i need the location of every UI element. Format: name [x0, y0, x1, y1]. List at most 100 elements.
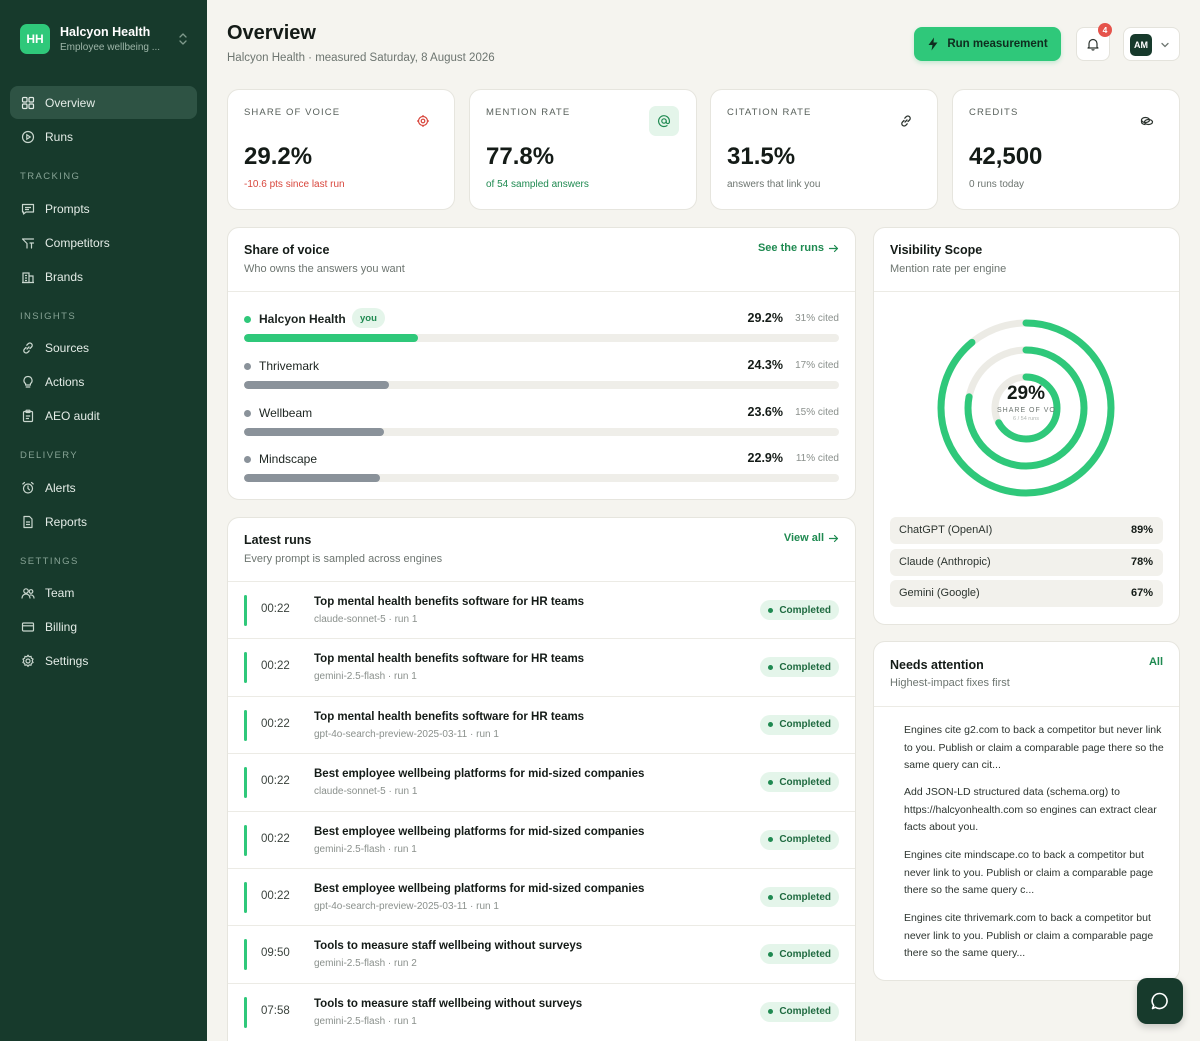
engine-value: 67% — [1130, 587, 1153, 599]
attention-item[interactable]: Add JSON-LD structured data (schema.org)… — [904, 784, 1166, 837]
card-subtitle: Mention rate per engine — [890, 263, 1007, 275]
account-menu-button[interactable]: AM — [1123, 27, 1180, 61]
sidebar-item-label: AEO audit — [45, 408, 100, 423]
status-badge: Completed — [760, 829, 839, 850]
run-meta: gpt-4o-search-preview-2025-03-11 · run 1 — [314, 901, 499, 912]
kpi-value: 42,500 — [969, 143, 1043, 170]
sov-competitor-name: Thrivemark — [259, 359, 320, 373]
run-time: 00:22 — [261, 603, 290, 615]
run-row[interactable]: 00:22 Best employee wellbeing platforms f… — [228, 868, 855, 925]
series-dot — [244, 456, 251, 463]
org-logo: HH — [20, 24, 50, 54]
sidebar-item-runs[interactable]: Runs — [10, 120, 197, 153]
attention-item[interactable]: Engines cite thrivemark.com to back a co… — [904, 910, 1166, 963]
sidebar-item-billing[interactable]: Billing — [10, 610, 197, 643]
card-title: Share of voice — [244, 243, 330, 257]
engine-row: Claude (Anthropic) 78% — [890, 548, 1163, 576]
sidebar-item-aeo-audit[interactable]: AEO audit — [10, 399, 197, 432]
sidebar-item-label: Brands — [45, 269, 84, 284]
share-of-voice-card: Share of voice Who owns the answers you … — [227, 227, 856, 500]
sov-bar-track — [244, 381, 839, 389]
sov-percent: 23.6% — [747, 405, 783, 419]
sov-cited: 17% cited — [795, 360, 839, 371]
status-badge: Completed — [760, 1001, 839, 1022]
sidebar-item-label: Prompts — [45, 201, 90, 216]
building-icon — [22, 271, 34, 283]
run-prompt: Top mental health benefits software for … — [314, 653, 585, 666]
attention-item[interactable]: Engines cite mindscape.co to back a comp… — [904, 847, 1166, 900]
message-square-icon — [21, 203, 35, 215]
status-badge: Completed — [760, 887, 839, 907]
run-row[interactable]: 00:22 Top mental health benefits software… — [228, 695, 855, 753]
status-badge: Completed — [760, 944, 839, 965]
rings-center-label: SHARE OF VOICE — [997, 407, 1055, 414]
card-subtitle: Highest-impact fixes first — [890, 677, 1010, 689]
attention-item[interactable]: Engines cite g2.com to back a competitor… — [904, 722, 1166, 775]
run-row[interactable]: 00:22 Top mental health benefits software… — [228, 638, 855, 695]
see-the-runs-link[interactable]: See the runs — [758, 242, 839, 254]
view-all-runs-link[interactable]: View all — [784, 532, 839, 544]
run-row[interactable]: 00:22 Best employee wellbeing platforms f… — [228, 810, 855, 868]
kpi-note: -10.6 pts since last run — [244, 179, 345, 190]
org-switcher[interactable]: HH Halcyon Health Employee wellbeing ... — [20, 23, 190, 55]
sidebar-item-label: Alerts — [45, 480, 76, 495]
sidebar-item-alerts[interactable]: Alerts — [10, 471, 197, 504]
sidebar-item-label: Settings — [45, 653, 89, 668]
sidebar-item-label: Reports — [45, 514, 88, 529]
kpi-note: 0 runs today — [969, 179, 1025, 190]
sidebar-item-sources[interactable]: Sources — [10, 331, 197, 364]
engine-value: 89% — [1130, 524, 1153, 536]
run-measurement-button[interactable]: Run measurement — [914, 27, 1061, 61]
sidebar-item-competitors[interactable]: Competitors — [10, 226, 197, 259]
card-subtitle: Every prompt is sampled across engines — [244, 553, 443, 565]
clipboard-icon — [22, 409, 34, 422]
sov-row: Mindscape 22.9% 11% cited — [244, 448, 839, 488]
run-measurement-label: Run measurement — [947, 38, 1048, 50]
run-meta: gemini-2.5-flash · run 2 — [314, 958, 417, 970]
run-row[interactable]: 07:58 Tools to measure staff wellbeing wi… — [228, 982, 855, 1040]
chevron-up-down-icon — [179, 33, 187, 45]
card-title: Needs attention — [890, 658, 984, 672]
run-row[interactable]: 09:50 Tools to measure staff wellbeing wi… — [228, 925, 855, 982]
sov-cited: 31% cited — [795, 313, 839, 324]
status-badge: Completed — [760, 600, 839, 620]
engine-name: ChatGPT (OpenAI) — [899, 524, 993, 536]
sidebar-item-actions[interactable]: Actions — [10, 365, 197, 398]
sidebar-item-overview[interactable]: Overview — [10, 86, 197, 119]
run-time: 09:50 — [261, 947, 290, 960]
lightning-icon — [928, 37, 938, 51]
divider — [874, 706, 1179, 707]
sidebar-item-reports[interactable]: Reports — [10, 505, 197, 538]
sidebar-item-label: Sources — [45, 340, 90, 355]
kpi-value: 31.5% — [727, 143, 796, 170]
sov-row: Halcyon Health you 29.2% 31% cited — [244, 308, 839, 348]
rings-center: 29% SHARE OF VOICE 6 / 54 runs — [976, 383, 1076, 422]
run-prompt: Best employee wellbeing platforms for mi… — [314, 768, 645, 781]
sidebar-item-settings[interactable]: Settings — [10, 644, 197, 677]
run-prompt: Tools to measure staff wellbeing without… — [314, 940, 583, 953]
sidebar-item-team[interactable]: Team — [10, 576, 197, 609]
sov-bar-fill — [244, 334, 418, 342]
lightbulb-icon — [23, 375, 33, 388]
page-title: Overview — [227, 22, 316, 44]
run-meta: gpt-4o-search-preview-2025-03-11 · run 1 — [314, 728, 499, 740]
divider — [874, 291, 1179, 292]
run-time: 00:22 — [261, 717, 290, 730]
sov-percent: 24.3% — [747, 358, 783, 372]
run-status-bar — [244, 709, 247, 741]
all-attention-link[interactable]: All — [1149, 656, 1163, 668]
engine-value: 78% — [1130, 555, 1153, 568]
run-time: 00:22 — [261, 890, 290, 902]
link-label: View all — [783, 532, 824, 544]
arrow-right-icon — [828, 534, 839, 542]
org-subtitle: Employee wellbeing ... — [60, 42, 161, 53]
sov-cited: 15% cited — [795, 407, 839, 418]
run-row[interactable]: 00:22 Best employee wellbeing platforms f… — [228, 753, 855, 810]
sidebar-item-label: Team — [45, 585, 75, 600]
kpi-value: 77.8% — [486, 143, 555, 170]
nav-section-delivery: DELIVERY — [20, 450, 79, 461]
sidebar-item-prompts[interactable]: Prompts — [10, 192, 197, 225]
sidebar-item-brands[interactable]: Brands — [10, 260, 197, 293]
run-row[interactable]: 00:22 Top mental health benefits software… — [228, 581, 855, 638]
chat-button[interactable] — [1137, 978, 1183, 1024]
